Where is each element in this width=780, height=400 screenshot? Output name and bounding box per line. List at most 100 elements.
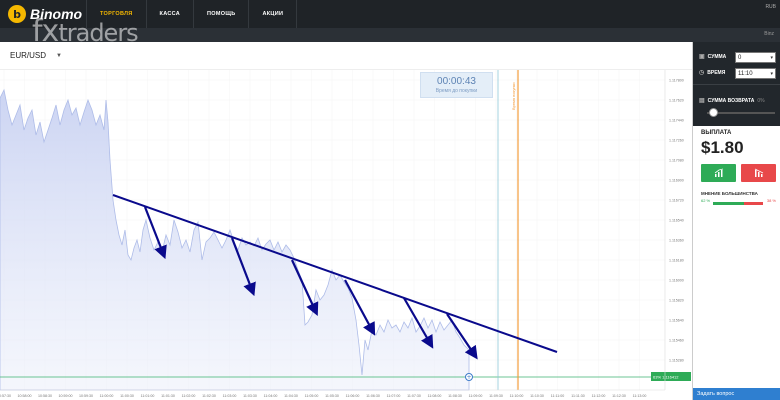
binomo-logo[interactable]: b Binomo (8, 5, 82, 23)
majority-down-percent: 38 % (766, 198, 776, 203)
price-tick-label: 1.117800 (669, 79, 684, 83)
time-label: ВРЕМЯ (707, 69, 726, 76)
timer-label: Время до покупки (435, 88, 478, 94)
top-navigation-bar: b Binomo ТОРГОВЛЯ КАССА ПОМОЩЬ АКЦИИ RUB (0, 0, 780, 28)
time-tick-label: 11:00:00 (100, 394, 114, 398)
price-tick-label: 1.115640 (669, 319, 684, 323)
put-down-button[interactable] (741, 164, 776, 182)
time-tick-label: 11:06:00 (346, 394, 360, 398)
price-tick-label: 1.117260 (669, 139, 684, 143)
time-tick-label: 11:09:30 (489, 394, 503, 398)
time-select[interactable]: 11:10 ▾ (735, 68, 776, 79)
currency-label: RUB (765, 4, 776, 10)
call-up-button[interactable] (701, 164, 736, 182)
asset-selector[interactable]: EUR/USD ▼ (10, 51, 62, 60)
price-tick-label: 1.115820 (669, 299, 684, 303)
time-tick-label: 11:00:30 (120, 394, 134, 398)
time-tick-label: 11:12:00 (592, 394, 606, 398)
clock-icon: ◷ (699, 70, 705, 76)
nav-item-cashier[interactable]: КАССА (145, 0, 193, 28)
nav-item-help[interactable]: ПОМОЩЬ (193, 0, 248, 28)
time-tick-label: 11:05:30 (325, 394, 339, 398)
time-tick-label: 11:04:30 (284, 394, 298, 398)
trend-down-icon (754, 168, 763, 177)
purchase-timer: 00:00:43 Время до покупки (420, 72, 493, 98)
trade-panel: ▣ СУММА 0 ▾ ◷ ВРЕМЯ 11:10 ▾ ▤ СУММА ВОЗВ… (692, 42, 780, 400)
sum-stepper-icon: ▾ (770, 55, 773, 61)
purchase-line-label: Время покупки (511, 83, 516, 110)
time-row: ◷ ВРЕМЯ (699, 69, 726, 77)
time-tick-label: 11:09:00 (469, 394, 483, 398)
time-tick-label: 11:11:30 (571, 394, 584, 398)
time-tick-label: 11:07:30 (407, 394, 421, 398)
time-tick-label: 11:10:00 (510, 394, 524, 398)
chevron-down-icon: ▼ (56, 52, 62, 59)
time-tick-label: 11:03:30 (243, 394, 257, 398)
ask-question-button[interactable]: Задать вопрос (693, 388, 780, 400)
divider (693, 84, 780, 85)
majority-up-percent: 62 % (701, 198, 711, 203)
main-nav: ТОРГОВЛЯ КАССА ПОМОЩЬ АКЦИИ (86, 0, 298, 28)
time-tick-label: 11:03:00 (223, 394, 237, 398)
trend-up-icon (714, 168, 723, 177)
price-tick-label: 1.115460 (669, 339, 684, 343)
return-label: СУММА ВОЗВРАТА (707, 97, 755, 104)
price-tick-label: 1.115280 (669, 359, 684, 363)
time-value: 11:10 (738, 71, 753, 77)
time-tick-label: 10:59:30 (79, 394, 93, 398)
majority-bar (713, 202, 763, 205)
sum-input[interactable]: 0 ▾ (735, 52, 776, 63)
payout-label: ВЫПЛАТА (701, 130, 732, 136)
time-tick-label: 11:06:30 (366, 394, 380, 398)
nav-item-trading[interactable]: ТОРГОВЛЯ (86, 0, 146, 28)
return-icon: ▤ (699, 98, 705, 104)
time-tick-label: 10:58:30 (38, 394, 52, 398)
time-tick-label: 11:01:30 (161, 394, 175, 398)
time-tick-label: 11:12:30 (612, 394, 626, 398)
timer-value: 00:00:43 (437, 76, 476, 87)
current-price-tag: 63% 1.116412 (653, 375, 679, 380)
time-tick-label: 11:02:30 (202, 394, 216, 398)
chevron-down-icon: ▾ (770, 71, 773, 77)
time-tick-label: 11:10:30 (530, 394, 544, 398)
majority-down-bar (744, 202, 763, 205)
return-slider-handle[interactable] (709, 108, 718, 117)
price-chart[interactable]: Время покупки + 63% 1.116412 1.117800 1.1… (0, 70, 692, 400)
price-tick-label: 1.116180 (669, 259, 684, 263)
price-tick-label: 1.116540 (669, 219, 684, 223)
time-tick-label: 10:59:00 (59, 394, 73, 398)
sum-row: ▣ СУММА (699, 53, 727, 61)
majority-label: МНЕНИЕ БОЛЬШИНСТВА (701, 191, 758, 196)
time-tick-label: 11:08:30 (448, 394, 462, 398)
time-tick-label: 11:13:00 (633, 394, 647, 398)
price-tick-label: 1.117440 (669, 119, 684, 123)
time-tick-label: 11:04:00 (264, 394, 278, 398)
wallet-icon: ▣ (699, 54, 705, 60)
time-tick-label: 11:01:00 (141, 394, 155, 398)
time-tick-label: 10:58:00 (18, 394, 32, 398)
price-tick-label: 1.116720 (669, 199, 684, 203)
payout-value: $1.80 (701, 138, 744, 157)
sum-label: СУММА (707, 53, 727, 60)
binomo-logo-icon: b (8, 5, 26, 23)
brand-name: Binomo (30, 6, 83, 22)
trade-settings: ▣ СУММА 0 ▾ ◷ ВРЕМЯ 11:10 ▾ ▤ СУММА ВОЗВ… (693, 42, 780, 126)
time-tick-label: 10:57:30 (0, 394, 11, 398)
time-tick-label: 11:08:00 (428, 394, 442, 398)
current-price-marker-plus: + (466, 374, 471, 381)
return-row: ▤ СУММА ВОЗВРАТА 0% (699, 97, 765, 105)
price-tick-label: 1.116360 (669, 239, 684, 243)
sub-bar-text: Binz (764, 31, 774, 37)
price-tick-label: 1.116000 (669, 279, 684, 283)
time-tick-label: 11:05:00 (305, 394, 319, 398)
sum-value: 0 (738, 55, 742, 61)
time-tick-label: 11:02:00 (182, 394, 196, 398)
sub-bar: Binz (0, 28, 780, 42)
chart-header: EUR/USD ▼ (0, 42, 692, 70)
nav-item-promotions[interactable]: АКЦИИ (248, 0, 298, 28)
majority-up-bar (713, 202, 744, 205)
return-percent: 0% (757, 97, 765, 104)
price-axis: 1.117800 1.117620 1.117440 1.117260 1.117080… (669, 79, 684, 363)
price-tick-label: 1.117080 (669, 159, 684, 163)
time-axis: 10:57:30 10:58:00 10:58:30 10:59:00 10:59:30… (0, 394, 646, 398)
